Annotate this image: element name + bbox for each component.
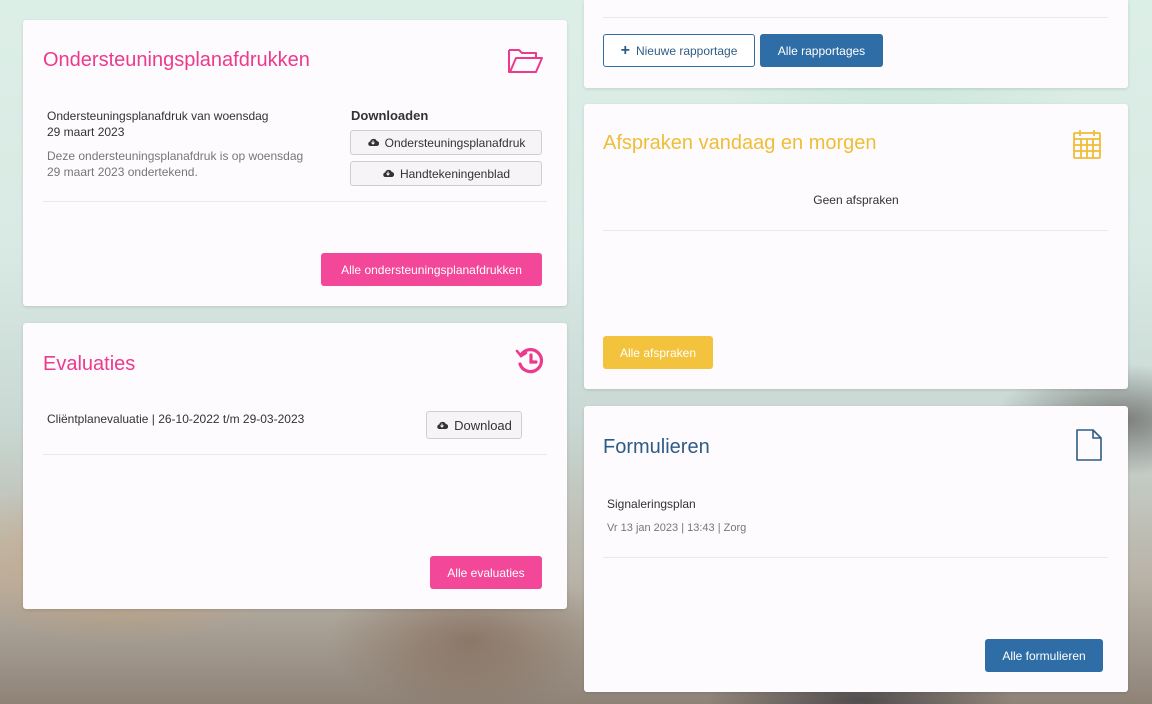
all-forms-button[interactable]: Alle formulieren [985, 639, 1103, 672]
formulieren-title: Formulieren [603, 436, 710, 458]
all-reports-button[interactable]: Alle rapportages [760, 34, 883, 67]
evaluatie-download-label: Download [454, 417, 512, 433]
evaluaties-title: Evaluaties [43, 353, 136, 375]
cloud-download-icon [436, 418, 449, 433]
divider [603, 230, 1108, 231]
history-icon [515, 345, 547, 382]
form-item-meta: Vr 13 jan 2023 | 13:43 | Zorg [607, 522, 747, 534]
download-signature-label: Handtekeningenblad [399, 166, 511, 181]
rapportages-card: + Nieuwe rapportage Alle rapportages [584, 0, 1128, 88]
plan-item-title-2: 29 maart 2023 [47, 125, 125, 139]
plan-item-desc-1: Deze ondersteuningsplanafdruk is op woen… [47, 149, 304, 163]
all-evaluations-button[interactable]: Alle evaluaties [430, 556, 542, 589]
divider [603, 17, 1108, 18]
all-plans-button[interactable]: Alle ondersteuningsplanafdrukken [321, 253, 542, 286]
evaluatie-item-text: Cliëntplanevaluatie | 26-10-2022 t/m 29-… [47, 412, 305, 426]
new-report-button[interactable]: + Nieuwe rapportage [603, 34, 755, 67]
all-appointments-button[interactable]: Alle afspraken [603, 336, 713, 369]
formulieren-card: Formulieren Signaleringsplan Vr 13 jan 2… [584, 406, 1128, 692]
folder-open-icon [507, 46, 543, 81]
afspraken-title: Afspraken vandaag en morgen [603, 132, 877, 154]
afspraken-card: Afspraken vandaag en morgen Geen afsprak… [584, 104, 1128, 389]
plan-item-title-1: Ondersteuningsplanafdruk van woensdag [47, 109, 269, 123]
evaluatie-download-button[interactable]: Download [426, 411, 522, 439]
divider [603, 557, 1108, 558]
file-icon [1075, 428, 1103, 467]
calendar-icon [1072, 128, 1102, 165]
download-plan-label: Ondersteuningsplanafdruk [384, 135, 526, 150]
downloads-heading: Downloaden [351, 108, 429, 123]
new-report-label: Nieuwe rapportage [635, 43, 738, 58]
ondersteuningsplan-card: Ondersteuningsplanafdrukken Ondersteunin… [23, 20, 567, 306]
plus-icon: + [620, 41, 630, 59]
ondersteuningsplan-title: Ondersteuningsplanafdrukken [43, 49, 310, 71]
divider [43, 454, 547, 455]
form-item-title: Signaleringsplan [607, 497, 696, 511]
no-appointments-text: Geen afspraken [813, 193, 899, 207]
evaluaties-card: Evaluaties Cliëntplanevaluatie | 26-10-2… [23, 323, 567, 609]
download-plan-button[interactable]: Ondersteuningsplanafdruk [350, 130, 542, 155]
cloud-download-icon [382, 167, 395, 181]
download-signature-button[interactable]: Handtekeningenblad [350, 161, 542, 186]
cloud-download-icon [367, 136, 379, 150]
divider [43, 201, 547, 202]
plan-item-desc-2: 29 maart 2023 ondertekend. [47, 165, 198, 179]
